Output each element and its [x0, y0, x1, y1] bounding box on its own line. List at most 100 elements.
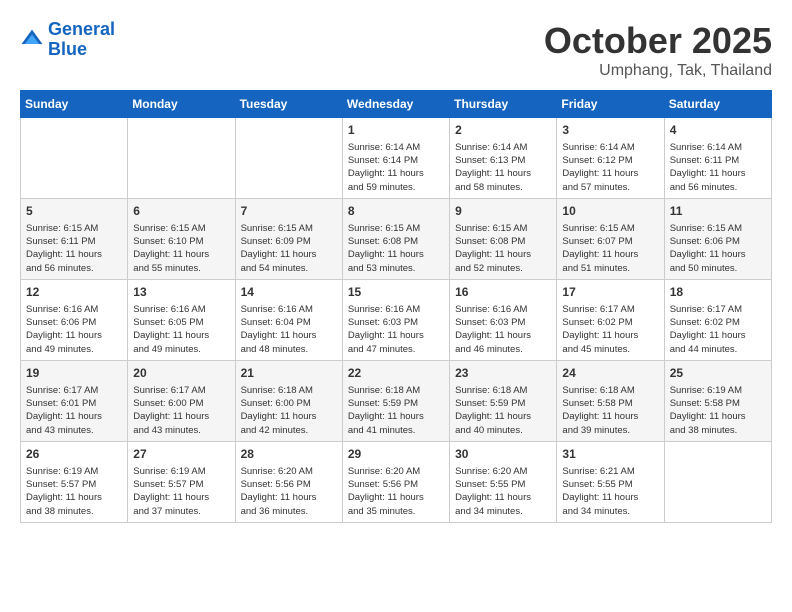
calendar-table: SundayMondayTuesdayWednesdayThursdayFrid… — [20, 90, 772, 523]
calendar-cell: 3Sunrise: 6:14 AM Sunset: 6:12 PM Daylig… — [557, 118, 664, 199]
calendar-cell: 23 Sunrise: 6:18 AM Sunset: 5:59 PM Dayli… — [450, 360, 557, 441]
day-info: Sunrise: 6:16 AM Sunset: 6:03 PM Dayligh… — [348, 303, 444, 356]
calendar-cell: 27 Sunrise: 6:19 AM Sunset: 5:57 PM Dayli… — [128, 441, 235, 522]
day-info: Sunrise: 6:15 AM Sunset: 6:10 PM Dayligh… — [133, 222, 229, 275]
day-info: Sunrise: 6:14 AM Sunset: 6:11 PM Dayligh… — [670, 141, 766, 194]
day-header-friday: Friday — [557, 91, 664, 118]
calendar-cell: 4 Sunrise: 6:14 AM Sunset: 6:11 PM Daylig… — [664, 118, 771, 199]
calendar-cell: 18 Sunrise: 6:17 AM Sunset: 6:02 PM Dayli… — [664, 279, 771, 360]
day-number: 17 — [562, 284, 658, 301]
day-number: 19 — [26, 365, 122, 382]
calendar-cell — [21, 118, 128, 199]
day-number: 18 — [670, 284, 766, 301]
calendar-cell: 5 Sunrise: 6:15 AM Sunset: 6:11 PM Daylig… — [21, 198, 128, 279]
day-info: Sunrise: 6:20 AM Sunset: 5:56 PM Dayligh… — [348, 465, 444, 518]
calendar-cell: 21 Sunrise: 6:18 AM Sunset: 6:00 PM Dayli… — [235, 360, 342, 441]
day-number: 20 — [133, 365, 229, 382]
calendar-cell: 7 Sunrise: 6:15 AM Sunset: 6:09 PM Daylig… — [235, 198, 342, 279]
calendar-cell: 28 Sunrise: 6:20 AM Sunset: 5:56 PM Dayli… — [235, 441, 342, 522]
day-info: Sunrise: 6:16 AM Sunset: 6:06 PM Dayligh… — [26, 303, 122, 356]
calendar-cell: 8 Sunrise: 6:15 AM Sunset: 6:08 PM Daylig… — [342, 198, 449, 279]
day-number: 30 — [455, 446, 551, 463]
day-info: Sunrise: 6:17 AM Sunset: 6:02 PM Dayligh… — [562, 303, 658, 356]
day-info: Sunrise: 6:19 AM Sunset: 5:57 PM Dayligh… — [26, 465, 122, 518]
day-info: Sunrise: 6:15 AM Sunset: 6:07 PM Dayligh… — [562, 222, 658, 275]
day-number: 29 — [348, 446, 444, 463]
title-block: October 2025 Umphang, Tak, Thailand — [544, 20, 772, 80]
calendar-cell: 31 Sunrise: 6:21 AM Sunset: 5:55 PM Dayli… — [557, 441, 664, 522]
day-number: 21 — [241, 365, 337, 382]
calendar-cell: 13 Sunrise: 6:16 AM Sunset: 6:05 PM Dayli… — [128, 279, 235, 360]
day-info: Sunrise: 6:17 AM Sunset: 6:00 PM Dayligh… — [133, 384, 229, 437]
day-info: Sunrise: 6:18 AM Sunset: 5:58 PM Dayligh… — [562, 384, 658, 437]
calendar-cell: 9 Sunrise: 6:15 AM Sunset: 6:08 PM Daylig… — [450, 198, 557, 279]
day-number: 5 — [26, 203, 122, 220]
day-header-wednesday: Wednesday — [342, 91, 449, 118]
calendar-cell — [235, 118, 342, 199]
day-number: 9 — [455, 203, 551, 220]
calendar-cell: 2Sunrise: 6:14 AM Sunset: 6:13 PM Daylig… — [450, 118, 557, 199]
day-info: Sunrise: 6:19 AM Sunset: 5:58 PM Dayligh… — [670, 384, 766, 437]
day-info: Sunrise: 6:21 AM Sunset: 5:55 PM Dayligh… — [562, 465, 658, 518]
day-header-thursday: Thursday — [450, 91, 557, 118]
day-number: 1 — [348, 122, 444, 139]
day-number: 25 — [670, 365, 766, 382]
logo-text: General Blue — [48, 20, 115, 60]
day-number: 31 — [562, 446, 658, 463]
day-info: Sunrise: 6:16 AM Sunset: 6:05 PM Dayligh… — [133, 303, 229, 356]
calendar-cell: 16 Sunrise: 6:16 AM Sunset: 6:03 PM Dayli… — [450, 279, 557, 360]
calendar-cell: 1 Sunrise: 6:14 AM Sunset: 6:14 PM Daylig… — [342, 118, 449, 199]
calendar-cell: 20 Sunrise: 6:17 AM Sunset: 6:00 PM Dayli… — [128, 360, 235, 441]
day-info: Sunrise: 6:19 AM Sunset: 5:57 PM Dayligh… — [133, 465, 229, 518]
calendar-cell: 25 Sunrise: 6:19 AM Sunset: 5:58 PM Dayli… — [664, 360, 771, 441]
day-number: 22 — [348, 365, 444, 382]
day-header-tuesday: Tuesday — [235, 91, 342, 118]
day-number: 6 — [133, 203, 229, 220]
day-info: Sunrise: 6:15 AM Sunset: 6:08 PM Dayligh… — [348, 222, 444, 275]
day-number: 15 — [348, 284, 444, 301]
day-info: Sunrise: 6:15 AM Sunset: 6:09 PM Dayligh… — [241, 222, 337, 275]
day-info: Sunrise: 6:15 AM Sunset: 6:11 PM Dayligh… — [26, 222, 122, 275]
day-number: 16 — [455, 284, 551, 301]
day-number: 8 — [348, 203, 444, 220]
calendar-cell: 6 Sunrise: 6:15 AM Sunset: 6:10 PM Daylig… — [128, 198, 235, 279]
calendar-cell: 17 Sunrise: 6:17 AM Sunset: 6:02 PM Dayli… — [557, 279, 664, 360]
day-info: Sunrise: 6:20 AM Sunset: 5:56 PM Dayligh… — [241, 465, 337, 518]
day-info: Sunrise: 6:18 AM Sunset: 6:00 PM Dayligh… — [241, 384, 337, 437]
day-number: 4 — [670, 122, 766, 139]
day-info: Sunrise: 6:15 AM Sunset: 6:06 PM Dayligh… — [670, 222, 766, 275]
calendar-cell: 29 Sunrise: 6:20 AM Sunset: 5:56 PM Dayli… — [342, 441, 449, 522]
day-info: Sunrise: 6:14 AM Sunset: 6:12 PM Dayligh… — [562, 141, 658, 194]
calendar-cell: 11 Sunrise: 6:15 AM Sunset: 6:06 PM Dayli… — [664, 198, 771, 279]
calendar-cell: 12 Sunrise: 6:16 AM Sunset: 6:06 PM Dayli… — [21, 279, 128, 360]
calendar-cell: 10 Sunrise: 6:15 AM Sunset: 6:07 PM Dayli… — [557, 198, 664, 279]
calendar-cell: 15 Sunrise: 6:16 AM Sunset: 6:03 PM Dayli… — [342, 279, 449, 360]
day-header-monday: Monday — [128, 91, 235, 118]
day-info: Sunrise: 6:18 AM Sunset: 5:59 PM Dayligh… — [455, 384, 551, 437]
day-number: 28 — [241, 446, 337, 463]
day-number: 27 — [133, 446, 229, 463]
day-number: 7 — [241, 203, 337, 220]
day-info: Sunrise: 6:16 AM Sunset: 6:04 PM Dayligh… — [241, 303, 337, 356]
day-number: 12 — [26, 284, 122, 301]
day-info: Sunrise: 6:14 AM Sunset: 6:14 PM Dayligh… — [348, 141, 444, 194]
day-number: 23 — [455, 365, 551, 382]
day-number: 26 — [26, 446, 122, 463]
day-number: 10 — [562, 203, 658, 220]
calendar-cell: 14 Sunrise: 6:16 AM Sunset: 6:04 PM Dayli… — [235, 279, 342, 360]
day-info: Sunrise: 6:18 AM Sunset: 5:59 PM Dayligh… — [348, 384, 444, 437]
day-number: 14 — [241, 284, 337, 301]
day-number: 2 — [455, 122, 551, 139]
page-header: General Blue October 2025 Umphang, Tak, … — [20, 20, 772, 80]
day-info: Sunrise: 6:15 AM Sunset: 6:08 PM Dayligh… — [455, 222, 551, 275]
month-title: October 2025 — [544, 20, 772, 62]
calendar-cell: 19Sunrise: 6:17 AM Sunset: 6:01 PM Dayli… — [21, 360, 128, 441]
day-number: 11 — [670, 203, 766, 220]
day-number: 13 — [133, 284, 229, 301]
location-subtitle: Umphang, Tak, Thailand — [544, 62, 772, 80]
day-info: Sunrise: 6:16 AM Sunset: 6:03 PM Dayligh… — [455, 303, 551, 356]
calendar-cell: 24Sunrise: 6:18 AM Sunset: 5:58 PM Dayli… — [557, 360, 664, 441]
calendar-cell: 22 Sunrise: 6:18 AM Sunset: 5:59 PM Dayli… — [342, 360, 449, 441]
day-info: Sunrise: 6:17 AM Sunset: 6:02 PM Dayligh… — [670, 303, 766, 356]
day-info: Sunrise: 6:20 AM Sunset: 5:55 PM Dayligh… — [455, 465, 551, 518]
